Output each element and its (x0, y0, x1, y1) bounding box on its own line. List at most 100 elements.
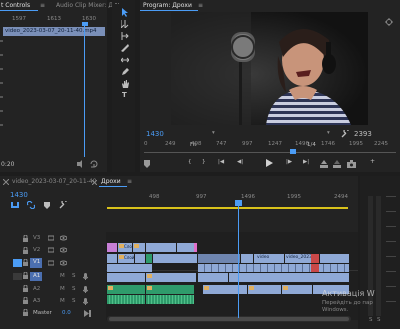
clip-v2-b[interactable] (133, 243, 145, 252)
microphone-icon[interactable] (83, 273, 88, 280)
monitor-scrub-bar[interactable] (144, 152, 396, 153)
eye-icon[interactable] (60, 247, 67, 253)
eye-icon[interactable] (60, 235, 67, 241)
timeline-horizontal-scrollbar[interactable] (107, 316, 351, 322)
loop-icon[interactable] (90, 160, 98, 168)
mark-in-icon[interactable]: { (188, 159, 192, 166)
track-label[interactable]: V1 (33, 259, 40, 266)
audio-clip-a1-b[interactable] (146, 273, 196, 282)
play-only-audio-icon[interactable] (76, 160, 84, 168)
type-tool-icon[interactable]: T (122, 92, 127, 99)
source-patch-v1[interactable] (13, 259, 22, 267)
clip-v1-h[interactable]: video_2023 (285, 254, 312, 263)
scrollbar-thumb[interactable] (109, 317, 349, 321)
microphone-icon[interactable] (83, 298, 88, 305)
audio-clip-a2-d[interactable] (248, 285, 281, 294)
work-area-bar[interactable] (107, 207, 348, 209)
slip-tool-icon[interactable] (121, 56, 129, 64)
lock-icon[interactable] (23, 247, 28, 254)
clip-v1-g[interactable]: video (254, 254, 284, 263)
mute-button[interactable]: M (60, 298, 65, 305)
audio-clip-a1-d[interactable] (229, 273, 349, 282)
ripple-edit-tool-icon[interactable] (121, 32, 129, 40)
step-back-icon[interactable]: ◀| (237, 159, 243, 166)
monitor-ruler[interactable]: 0 249 498 747 997 1247 1496 1746 1995 22… (144, 141, 396, 152)
mute-button[interactable]: M (60, 286, 65, 293)
audio-clip-a1-c[interactable] (198, 273, 228, 282)
clip-v1-strip-left[interactable] (107, 264, 152, 272)
clip-name-bar[interactable]: video_2023-03-07_20-11-40.mp4 (3, 27, 105, 36)
tab-sequence-video[interactable]: video_2023-03-07_20-11-40 (12, 179, 97, 185)
add-marker-icon[interactable] (43, 201, 51, 209)
play-icon[interactable] (266, 159, 273, 167)
go-to-in-icon[interactable]: |◀ (218, 159, 224, 166)
track-label[interactable]: A3 (33, 298, 40, 305)
lock-icon[interactable] (23, 309, 28, 316)
effect-controls-tab[interactable]: t Controls (1, 3, 30, 9)
clip-v1-f[interactable] (241, 254, 253, 263)
program-monitor-title[interactable]: Program: Дрохи (143, 3, 192, 9)
timeline-close-icon[interactable] (3, 179, 9, 185)
marker-icon[interactable] (144, 160, 150, 168)
tab-close-icon[interactable] (92, 180, 97, 185)
source-patch-a1[interactable] (13, 273, 22, 280)
clip-v1-d[interactable] (153, 254, 197, 263)
audio-clip-a3-a[interactable] (107, 295, 145, 304)
razor-tool-icon[interactable] (121, 44, 129, 52)
clip-v1-e[interactable] (198, 254, 240, 263)
track-label[interactable]: A1 (33, 273, 40, 280)
effect-controls-playhead-handle[interactable] (82, 22, 88, 26)
lock-icon[interactable] (23, 297, 28, 304)
clip-v1-green[interactable] (146, 254, 152, 263)
quality-dropdown[interactable]: 1/4 ▾ (307, 130, 335, 147)
timeline-settings-icon[interactable] (59, 201, 67, 209)
add-button[interactable]: + (370, 159, 375, 165)
eye-icon[interactable] (60, 260, 67, 266)
clip-v1-strip[interactable] (198, 264, 349, 272)
panel-menu-icon[interactable]: ≡ (40, 3, 45, 9)
mark-out-icon[interactable]: } (202, 159, 206, 166)
wrench-icon[interactable] (341, 130, 349, 138)
clip-v1-a[interactable] (107, 254, 117, 263)
track-select-tool-icon[interactable] (121, 20, 129, 28)
audio-clip-a1-a[interactable] (107, 273, 145, 282)
audio-clip-a2-a[interactable] (107, 285, 145, 294)
lock-icon[interactable] (23, 272, 28, 279)
clip-v2-c[interactable] (146, 243, 176, 252)
clip-v1-c[interactable] (135, 254, 145, 263)
timeline-timecode[interactable]: 1430 (10, 192, 28, 199)
audio-clip-a2-c[interactable] (203, 285, 247, 294)
audio-clip-a2-b[interactable] (146, 285, 194, 294)
lift-icon[interactable] (320, 160, 328, 168)
sync-lock-icon[interactable] (48, 235, 54, 241)
clip-v2-graphic[interactable] (107, 243, 117, 252)
clip-v1-fx-badge-2[interactable] (311, 264, 319, 272)
pen-tool-icon[interactable] (121, 68, 129, 76)
clip-v1-i[interactable] (320, 254, 349, 263)
snap-icon[interactable] (11, 202, 19, 208)
track-label[interactable]: A2 (33, 286, 40, 293)
lock-icon[interactable] (23, 235, 28, 242)
extract-icon[interactable] (333, 160, 341, 168)
linked-selection-icon[interactable] (27, 201, 35, 209)
panel-menu-icon[interactable]: ≡ (127, 179, 132, 185)
step-forward-icon[interactable]: |▶ (286, 159, 292, 166)
solo-button[interactable]: S (72, 273, 76, 280)
program-video-frame[interactable] (171, 12, 368, 125)
track-label[interactable]: V2 (33, 247, 40, 254)
lock-icon[interactable] (23, 285, 28, 292)
program-timecode-left[interactable]: 1430 (146, 131, 164, 138)
monitor-settings-icon[interactable] (385, 18, 393, 26)
fit-dropdown[interactable]: Fit ▾ (190, 130, 220, 147)
clip-v2-text[interactable]: Слой (118, 243, 134, 252)
panel-menu-icon[interactable]: ≡ (198, 3, 203, 9)
mute-button[interactable]: M (60, 273, 65, 280)
sync-lock-icon[interactable] (48, 260, 54, 266)
go-to-end-icon[interactable] (84, 310, 91, 317)
tab-sequence-active[interactable]: Дрохи (101, 179, 121, 185)
go-to-out-icon[interactable]: ▶| (303, 159, 309, 166)
solo-button[interactable]: S (72, 298, 76, 305)
selection-tool-icon[interactable] (121, 8, 129, 17)
sync-lock-icon[interactable] (48, 247, 54, 253)
monitor-playhead[interactable] (290, 149, 296, 154)
